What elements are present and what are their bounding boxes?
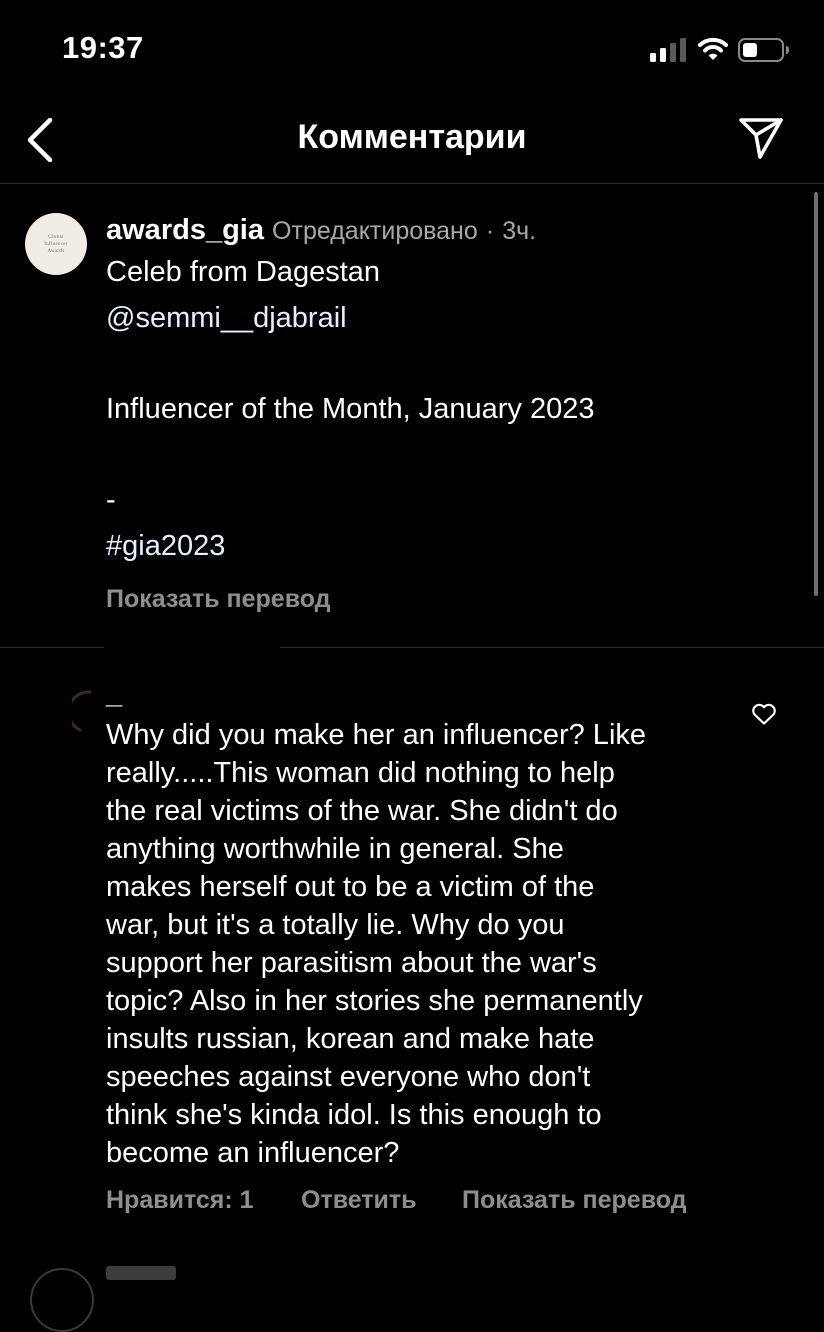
show-translation-button[interactable]: Показать перевод [462, 1186, 687, 1215]
caption-header: awards_gia Отредактировано · 3ч. [106, 212, 536, 249]
reply-button[interactable]: Ответить [301, 1186, 417, 1215]
edited-label: Отредактировано [272, 217, 478, 245]
caption-line: Influencer of the Month, January 2023 [106, 393, 595, 425]
redaction-block [104, 630, 280, 704]
comment-line: think she's kinda idol. Is this enough t… [106, 1099, 602, 1131]
next-comment-username[interactable] [106, 1266, 176, 1280]
caption-line: - [106, 484, 116, 516]
next-comment-avatar[interactable] [30, 1268, 94, 1332]
mention-link[interactable]: @semmi__djabrail [106, 300, 347, 336]
status-time: 19:37 [62, 30, 144, 65]
avatar[interactable]: Global Influencer Awards [25, 213, 87, 275]
scrollbar[interactable] [814, 192, 818, 596]
comment-line: Why did you make her an influencer? Like [106, 719, 647, 751]
likes-count-button[interactable]: Нравится: 1 [106, 1186, 254, 1215]
meta-separator: · [485, 217, 495, 245]
hashtag-link[interactable]: #gia2023 [106, 528, 225, 564]
comment-line: become an influencer? [106, 1137, 400, 1169]
wifi-icon [698, 37, 728, 60]
comment-line: support her parasitism about the war's [106, 947, 597, 979]
comment-line: topic? Also in her stories she permanent… [106, 985, 643, 1017]
caption-username[interactable]: awards_gia [106, 214, 264, 246]
avatar-logo-text: Influencer [44, 241, 68, 247]
page-title: Комментарии [297, 118, 527, 156]
show-translation-button[interactable]: Показать перевод [106, 585, 331, 614]
comment-line: speeches against everyone who don't [106, 1061, 591, 1093]
comment-line: really.....This woman did nothing to hel… [106, 757, 615, 789]
battery-icon [738, 38, 789, 62]
comment-line: war, but it's a totally lie. Why do you [106, 909, 565, 941]
paper-plane-icon[interactable] [738, 116, 784, 160]
signal-icon [650, 38, 686, 62]
comment-line: anything worthwhile in general. She [106, 833, 564, 865]
comment-line: makes herself out to be a victim of the [106, 871, 595, 903]
comment-line: the real victims of the war. She didn't … [106, 795, 618, 827]
comment-line: insults russian, korean and make hate [106, 1023, 595, 1055]
avatar-logo-text: Awards [47, 248, 65, 254]
comment-text: Why did you make her an influencer? Like… [106, 716, 756, 1172]
avatar-logo-text: Global [48, 234, 64, 240]
header-divider [0, 183, 824, 184]
comment-avatar[interactable] [72, 690, 92, 734]
caption-time: 3ч. [502, 217, 537, 245]
caption-line: Celeb from Dagestan [106, 256, 381, 288]
